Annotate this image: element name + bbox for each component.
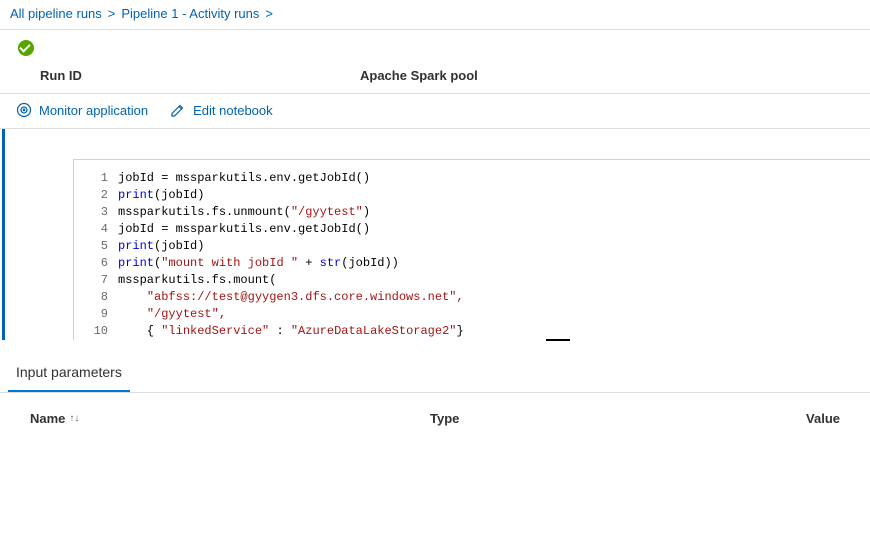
- success-icon: [18, 40, 34, 56]
- tab-input-parameters[interactable]: Input parameters: [8, 354, 130, 392]
- parameters-header: Name ↑↓ Type Value: [0, 393, 870, 444]
- col-type: Type: [430, 411, 770, 426]
- sort-icon: ↑↓: [69, 413, 79, 424]
- line-gutter: 12345678910: [74, 170, 118, 340]
- edit-icon: [170, 102, 186, 118]
- code-lines: jobId = mssparkutils.env.getJobId()print…: [118, 170, 870, 340]
- breadcrumb-all-runs[interactable]: All pipeline runs: [10, 6, 102, 21]
- run-id-label: Run ID: [40, 68, 360, 83]
- code-editor[interactable]: 12345678910 jobId = mssparkutils.env.get…: [73, 159, 870, 340]
- breadcrumb-pipeline[interactable]: Pipeline 1 - Activity runs: [121, 6, 259, 21]
- run-info: Run ID Apache Spark pool: [0, 62, 870, 93]
- chevron-right-icon: >: [108, 6, 116, 21]
- col-value: Value: [770, 411, 840, 426]
- col-name[interactable]: Name ↑↓: [30, 411, 430, 426]
- col-name-label: Name: [30, 411, 65, 426]
- resize-handle: [546, 339, 570, 341]
- edit-notebook-label: Edit notebook: [193, 103, 273, 118]
- monitor-application-label: Monitor application: [39, 103, 148, 118]
- breadcrumb: All pipeline runs > Pipeline 1 - Activit…: [0, 0, 870, 30]
- tab-bar: Input parameters: [0, 354, 870, 393]
- toolbar: Monitor application Edit notebook: [0, 93, 870, 129]
- spark-pool-label: Apache Spark pool: [360, 68, 478, 83]
- edit-notebook-button[interactable]: Edit notebook: [170, 102, 273, 118]
- monitor-icon: [16, 102, 32, 118]
- status-row: [0, 30, 870, 62]
- monitor-application-button[interactable]: Monitor application: [16, 102, 148, 118]
- notebook-cell: 12345678910 jobId = mssparkutils.env.get…: [2, 129, 870, 340]
- chevron-right-icon: >: [265, 6, 273, 21]
